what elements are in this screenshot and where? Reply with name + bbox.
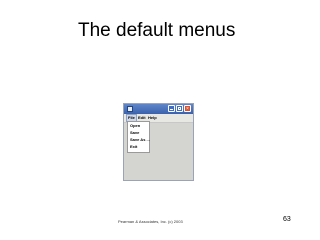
app-window: × File Edit Help Open Save Save As ... E… — [123, 103, 194, 181]
maximize-button[interactable] — [176, 105, 183, 112]
java-cup-icon — [127, 106, 133, 112]
minimize-icon — [170, 109, 173, 110]
minimize-button[interactable] — [168, 105, 175, 112]
page-number: 63 — [283, 216, 291, 223]
menu-item-save-as[interactable]: Save As ... — [128, 136, 150, 143]
file-menu-dropdown: Open Save Save As ... Exit — [127, 121, 150, 153]
window-titlebar[interactable]: × — [124, 104, 193, 114]
maximize-icon — [178, 107, 181, 110]
menu-item-save[interactable]: Save — [128, 129, 149, 136]
close-button[interactable]: × — [184, 105, 191, 112]
slide-title: The default menus — [78, 20, 236, 41]
close-icon: × — [186, 106, 189, 112]
menu-item-open[interactable]: Open — [128, 122, 149, 129]
menu-item-exit[interactable]: Exit — [128, 143, 149, 150]
slide-footer: Pearman & Associates, Inc. (c) 2003 — [118, 219, 183, 224]
